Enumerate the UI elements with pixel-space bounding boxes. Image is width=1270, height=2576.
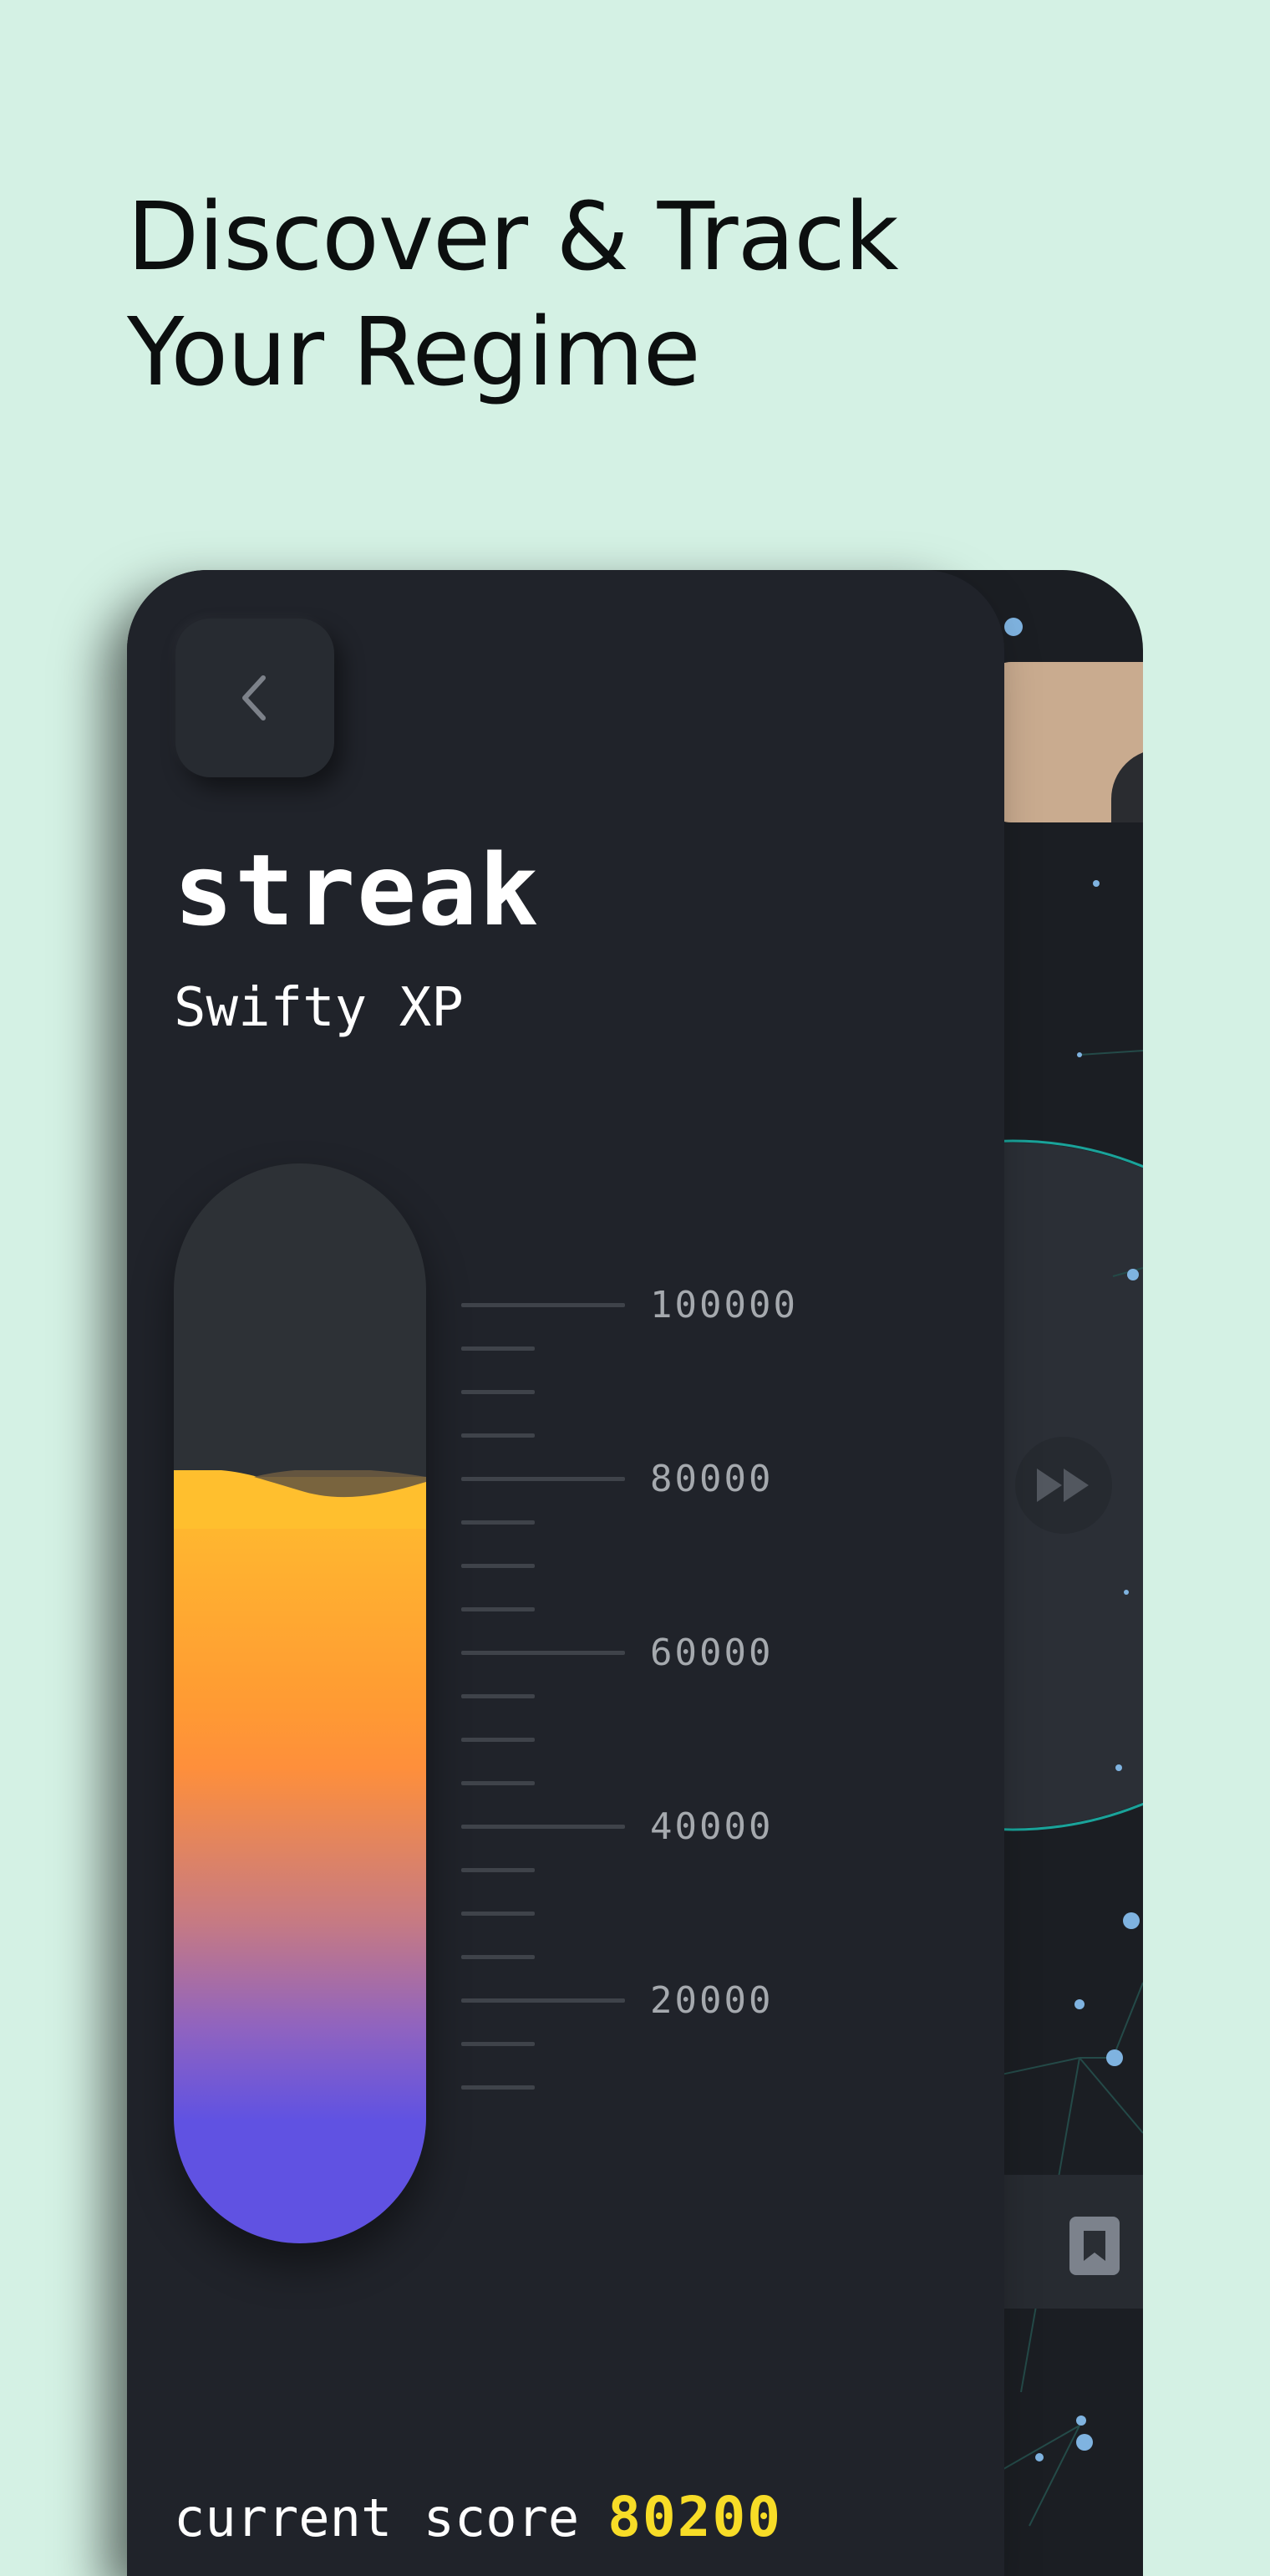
- back-button[interactable]: [175, 619, 334, 777]
- avatar[interactable]: [986, 662, 1143, 822]
- scale-major-tick: [461, 1825, 625, 1829]
- current-score-label: current score: [174, 2487, 580, 2548]
- xp-progress-fill: [174, 1477, 426, 2243]
- scale-major-tick: [461, 1998, 625, 2003]
- scale-major-tick: [461, 1651, 625, 1655]
- scale-minor-tick: [461, 1694, 535, 1698]
- scale-major-tick: [461, 1477, 625, 1481]
- scale-label: 100000: [650, 1284, 798, 1326]
- bookmark-icon: [1084, 2231, 1105, 2261]
- current-score-value: 80200: [607, 2485, 782, 2549]
- scale-minor-tick: [461, 1955, 535, 1959]
- scale-minor-tick: [461, 1520, 535, 1525]
- xp-progress-bar: [174, 1163, 426, 2243]
- scale-label: 80000: [650, 1458, 774, 1500]
- page-title: streak: [174, 832, 541, 948]
- fast-forward-button[interactable]: [1015, 1437, 1112, 1534]
- scale-minor-tick: [461, 1868, 535, 1872]
- chevron-left-icon: [242, 675, 266, 720]
- scale-minor-tick: [461, 1738, 535, 1742]
- headline-line-2: Your Regime: [127, 298, 701, 407]
- scale-label: 60000: [650, 1632, 774, 1674]
- scale-label: 20000: [650, 1979, 774, 2022]
- page-subtitle: Swifty XP: [174, 977, 464, 1039]
- promo-headline: Discover & Track Your Regime: [127, 180, 963, 410]
- scale-minor-tick: [461, 1347, 535, 1351]
- scale-minor-tick: [461, 1564, 535, 1568]
- scale-minor-tick: [461, 1433, 535, 1438]
- scale-minor-tick: [461, 1390, 535, 1394]
- streak-card: streak Swifty XP 100000 80000 60000 40000 20…: [127, 570, 1004, 2576]
- headline-line-1: Discover & Track: [127, 183, 899, 292]
- scale-major-tick: [461, 1303, 625, 1307]
- xp-progress-wave: [174, 1470, 426, 1529]
- scale-minor-tick: [461, 1781, 535, 1785]
- scale-minor-tick: [461, 2085, 535, 2090]
- scale-minor-tick: [461, 1607, 535, 1611]
- scale-minor-tick: [461, 1912, 535, 1916]
- current-score: current score 80200: [174, 2484, 782, 2552]
- bookmark-button[interactable]: [1069, 2217, 1120, 2275]
- fast-forward-icon: [1037, 1469, 1089, 1502]
- scale-label: 40000: [650, 1805, 774, 1848]
- scale-minor-tick: [461, 2042, 535, 2046]
